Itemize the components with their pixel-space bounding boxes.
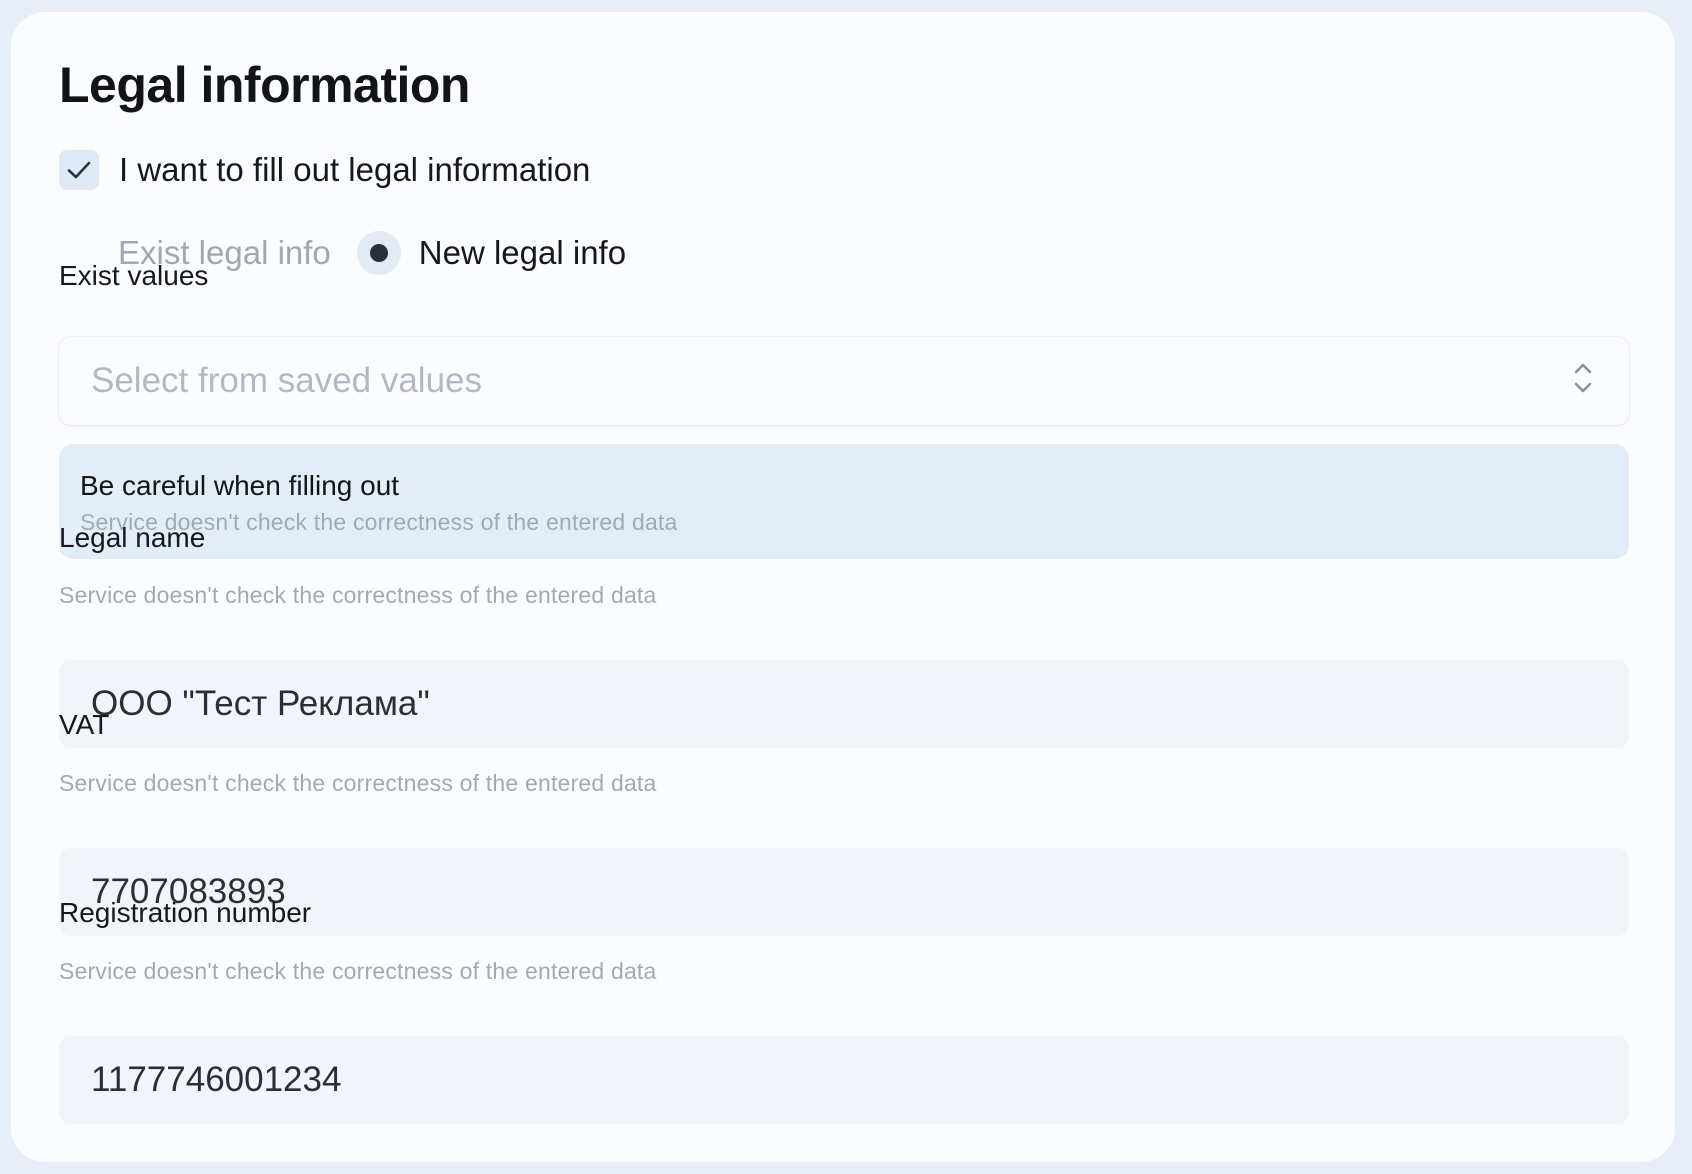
vat-label: VAT (59, 709, 110, 740)
registration-number-input[interactable]: 1177746001234 (59, 1036, 1629, 1124)
legal-info-checkbox[interactable] (59, 150, 99, 190)
alert-title: Be careful when filling out (80, 470, 400, 501)
legal-name-input[interactable]: ООО "Тест Реклама" (59, 660, 1629, 748)
warning-alert: Be careful when filling out Service does… (59, 444, 1629, 559)
legal-info-checkbox-row[interactable]: I want to fill out legal information (59, 149, 590, 191)
legal-name-hint: Service doesn't check the correctness of… (59, 582, 657, 608)
vat-hint: Service doesn't check the correctness of… (59, 770, 657, 796)
exist-values-label: Exist values (59, 260, 209, 291)
registration-number-label: Registration number (59, 897, 312, 928)
check-icon (67, 161, 91, 179)
page-title: Legal information (59, 57, 470, 113)
radio-new-legal-info[interactable]: New legal info (331, 231, 626, 275)
registration-number-hint: Service doesn't check the correctness of… (59, 958, 657, 984)
registration-number-value: 1177746001234 (91, 1060, 342, 1099)
radio-new-legal-info-button[interactable] (356, 231, 401, 275)
radio-new-legal-info-label[interactable]: New legal info (419, 234, 626, 272)
radio-selected-dot (369, 244, 388, 262)
legal-name-value: ООО "Тест Реклама" (91, 684, 430, 723)
legal-info-checkbox-label[interactable]: I want to fill out legal information (119, 151, 590, 189)
chevron-up-down-icon (1574, 363, 1592, 393)
legal-information-card: Legal information I want to fill out leg… (11, 12, 1675, 1162)
legal-name-label: Legal name (59, 522, 206, 553)
exist-values-placeholder: Select from saved values (91, 361, 483, 400)
exist-values-select[interactable]: Select from saved values (59, 337, 1629, 425)
